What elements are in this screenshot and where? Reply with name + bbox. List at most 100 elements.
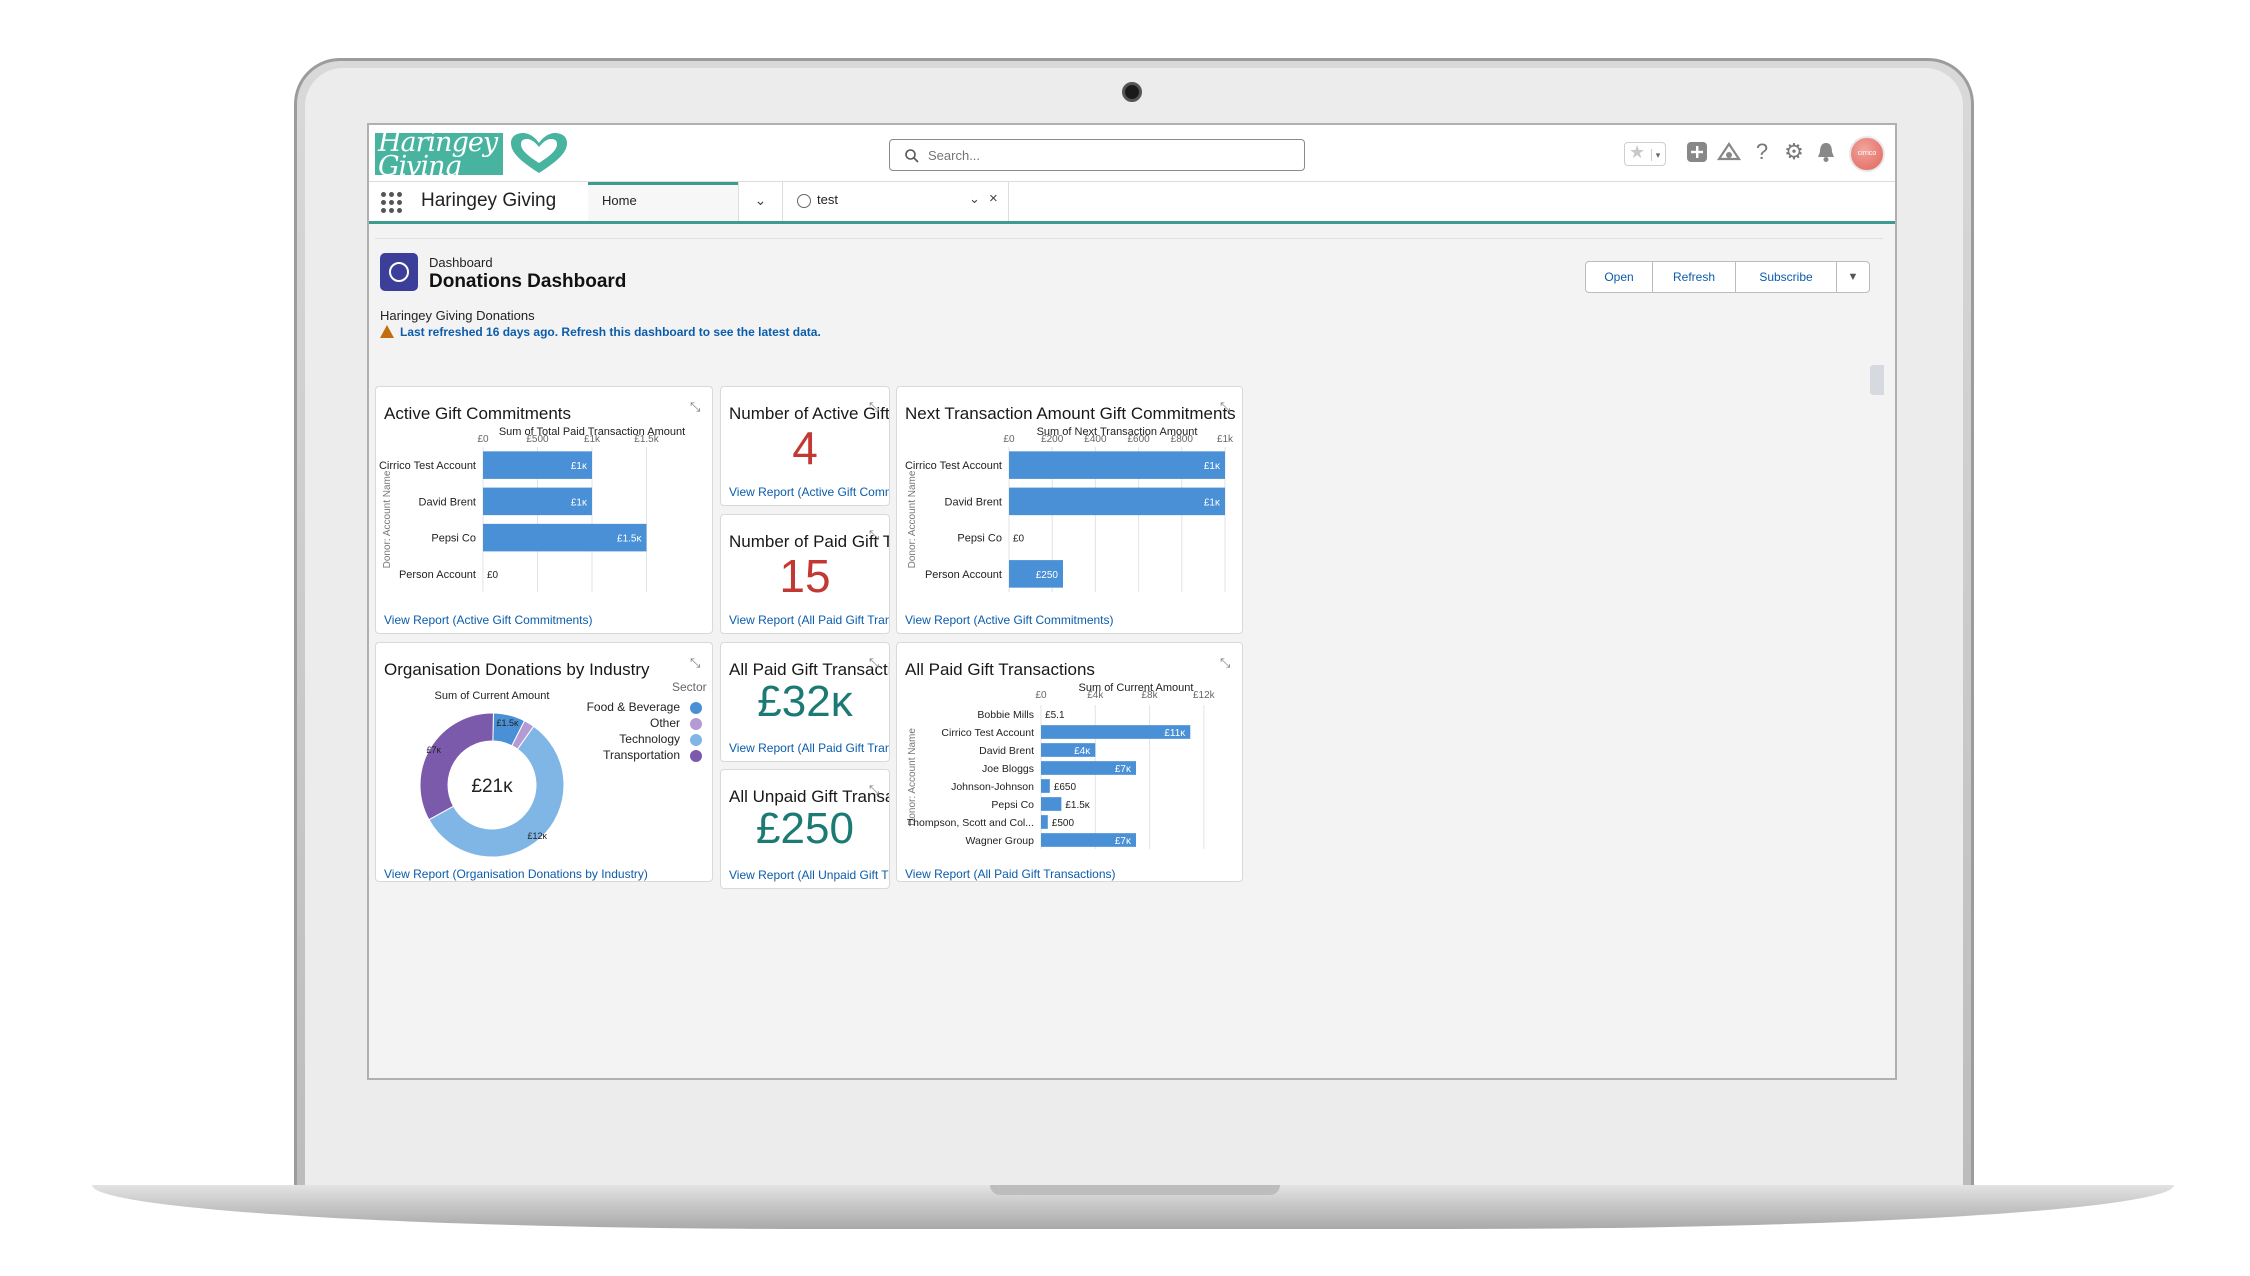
help-icon[interactable]: ? [1750, 139, 1774, 165]
x-tick-label: £1k [1217, 434, 1234, 445]
setup-gear-icon[interactable]: ⚙ [1782, 139, 1806, 165]
legend-item[interactable]: Food & Beverage [587, 700, 680, 714]
user-avatar[interactable]: cirrico [1849, 136, 1885, 172]
data-label: £650 [1054, 782, 1077, 793]
data-label: £4ĸ [1074, 746, 1091, 757]
expand-icon[interactable]: ⤡ [869, 655, 885, 671]
add-icon[interactable] [1685, 139, 1709, 165]
open-button[interactable]: Open [1585, 261, 1653, 293]
x-tick-label: £4k [1087, 690, 1104, 701]
legend-title: Sector [672, 680, 707, 694]
tab-test-label: test [817, 192, 838, 207]
view-report-link[interactable]: View Report (All Paid Gift Transacti... [729, 741, 889, 755]
data-label: £1ĸ [571, 461, 588, 472]
dashboard-icon [380, 253, 418, 291]
legend-swatch [690, 750, 702, 762]
favorites-star-icon[interactable]: ★ [1629, 142, 1645, 163]
category-label: Johnson-Johnson [951, 781, 1034, 793]
more-actions-chevron-icon[interactable]: ▼ [1836, 261, 1870, 293]
expand-icon[interactable]: ⤡ [869, 527, 885, 543]
donut-slice [419, 712, 494, 821]
category-label: David Brent [979, 745, 1034, 757]
subscribe-button[interactable]: Subscribe [1735, 261, 1837, 293]
view-report-link[interactable]: View Report (All Paid Gift Transactions) [905, 867, 1116, 881]
tab-test-close-icon[interactable]: × [989, 190, 998, 207]
view-report-link[interactable]: View Report (Active Gift Commitme... [729, 485, 889, 499]
x-tick-label: £600 [1127, 434, 1150, 445]
view-report-link[interactable]: View Report (Active Gift Commitments) [905, 613, 1114, 627]
category-label: Pepsi Co [957, 533, 1002, 545]
bar [1041, 797, 1062, 811]
category-label: Wagner Group [966, 835, 1035, 847]
metric-value: 4 [792, 422, 818, 474]
refresh-warning[interactable]: Last refreshed 16 days ago. Refresh this… [380, 325, 821, 339]
global-search[interactable] [889, 139, 1305, 171]
x-tick-label: £0 [477, 434, 489, 445]
tab-home[interactable]: Home [588, 182, 738, 221]
legend-item[interactable]: Technology [619, 732, 680, 746]
legend-item[interactable]: Other [650, 716, 680, 730]
panel-number-active-gift: Number of Active Gift ... ⤡ 4 View Repor… [720, 386, 890, 506]
panel-all-paid-metric: All Paid Gift Transactions ⤡ £32ĸ View R… [720, 642, 890, 762]
data-label: £1ĸ [571, 497, 588, 508]
view-report-link[interactable]: View Report (All Unpaid Gift Transa... [729, 868, 889, 882]
notifications-bell-icon[interactable] [1814, 139, 1838, 165]
category-label: Thompson, Scott and Col... [907, 817, 1034, 829]
favorites-control[interactable]: ★ ▾ [1624, 142, 1666, 166]
chart-next-transaction-amount: Sum of Next Transaction AmountDonor: Acc… [905, 426, 1234, 592]
dashboard-header: Dashboard Donations Dashboard Haringey G… [375, 238, 1883, 378]
expand-icon[interactable]: ⤡ [869, 782, 885, 798]
legend-swatch [690, 734, 702, 746]
category-label: Pepsi Co [991, 799, 1034, 811]
tab-test[interactable]: test ⌄ × [783, 182, 1009, 221]
slice-label: £7ĸ [427, 745, 442, 755]
x-tick-label: £800 [1171, 434, 1194, 445]
refresh-warning-text: Last refreshed 16 days ago. Refresh this… [400, 325, 821, 339]
legend-item[interactable]: Transportation [603, 748, 680, 762]
metric-value: 15 [779, 550, 831, 602]
data-label: £0 [487, 570, 499, 581]
bar [1041, 779, 1050, 793]
x-tick-label: £0 [1003, 434, 1015, 445]
bar [1041, 815, 1048, 829]
search-input[interactable] [928, 145, 1288, 165]
tab-home-menu-chevron-icon[interactable]: ⌄ [738, 182, 783, 221]
data-label: £500 [1052, 818, 1075, 829]
view-report-link[interactable]: View Report (Active Gift Commitments) [384, 613, 593, 627]
data-label: £0 [1013, 534, 1025, 545]
category-label: Person Account [399, 569, 476, 581]
dashboard-kind: Dashboard [429, 255, 493, 270]
slice-label: £12ĸ [527, 831, 547, 841]
refresh-button[interactable]: Refresh [1652, 261, 1736, 293]
category-label: Cirrico Test Account [941, 727, 1034, 739]
logo-wordmark: Haringey Giving [375, 133, 503, 175]
webcam [1122, 82, 1142, 102]
view-report-link[interactable]: View Report (All Paid Gift Transacti... [729, 613, 889, 627]
panel-next-transaction-amount: Next Transaction Amount Gift Commitments… [896, 386, 1243, 634]
panel-all-paid-transactions-chart: All Paid Gift Transactions ⤡ Sum of Curr… [896, 642, 1243, 882]
chart-organisation-donations: Sum of Current Amount £1.5ĸ £12ĸ £7ĸ £21ĸ [419, 690, 565, 858]
dashboard-subtitle: Haringey Giving Donations [380, 308, 535, 323]
laptop-base-notch [990, 1185, 1280, 1195]
logo-text: Haringey Giving [378, 133, 498, 175]
metric-value: £250 [756, 804, 854, 853]
category-label: David Brent [419, 496, 476, 508]
trailhead-icon[interactable] [1716, 139, 1742, 165]
app-launcher-icon[interactable] [379, 190, 403, 214]
data-label: £1.5ĸ [1065, 800, 1090, 811]
tab-test-chevron-icon[interactable]: ⌄ [969, 191, 980, 207]
collapse-panel-handle[interactable] [1870, 365, 1884, 395]
legend-swatch [690, 718, 702, 730]
slice-label: £1.5ĸ [496, 718, 519, 728]
warning-icon [380, 325, 394, 338]
favorites-menu-chevron-icon[interactable]: ▾ [1651, 149, 1664, 161]
app-name: Haringey Giving [421, 190, 557, 211]
x-tick-label: £400 [1084, 434, 1107, 445]
data-label: £1ĸ [1204, 497, 1221, 508]
expand-icon[interactable]: ⤡ [869, 399, 885, 415]
page-title: Donations Dashboard [429, 271, 627, 292]
legend-swatch [690, 702, 702, 714]
view-report-link[interactable]: View Report (Organisation Donations by I… [384, 867, 648, 881]
category-label: Joe Bloggs [982, 763, 1034, 775]
app-logo[interactable]: Haringey Giving [375, 129, 575, 179]
